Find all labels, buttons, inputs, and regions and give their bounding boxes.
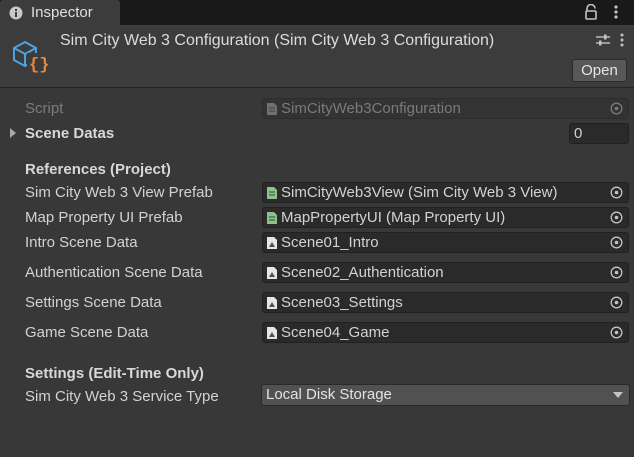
auth-scene-value: Scene02_Authentication: [281, 264, 444, 281]
settings-scene-label: Settings Scene Data: [25, 294, 162, 311]
view-prefab-field[interactable]: SimCityWeb3View (Sim City Web 3 View): [262, 182, 629, 203]
foldout-arrow-icon[interactable]: [10, 128, 16, 138]
map-property-prefab-field[interactable]: MapPropertyUI (Map Property UI): [262, 207, 629, 228]
page-title: Sim City Web 3 Configuration (Sim City W…: [60, 32, 495, 49]
scene-datas-count: 0: [574, 125, 583, 142]
info-icon: [9, 6, 23, 20]
scene-asset-icon: [267, 267, 277, 279]
game-scene-label: Game Scene Data: [25, 324, 149, 341]
tab-label: Inspector: [31, 4, 93, 21]
game-scene-field[interactable]: Scene04_Game: [262, 322, 629, 343]
open-button[interactable]: Open: [572, 59, 627, 82]
settings-scene-value: Scene03_Settings: [281, 294, 403, 311]
script-file-icon: [267, 103, 277, 115]
object-picker-icon[interactable]: [610, 236, 623, 249]
object-picker-icon[interactable]: [610, 296, 623, 309]
map-property-prefab-value: MapPropertyUI (Map Property UI): [281, 209, 506, 226]
kebab-menu-icon[interactable]: [618, 33, 626, 47]
scene-asset-icon: [267, 237, 277, 249]
script-label: Script: [25, 100, 64, 117]
view-prefab-label: Sim City Web 3 View Prefab: [25, 184, 213, 201]
object-picker-icon: [610, 102, 623, 115]
intro-scene-label: Intro Scene Data: [25, 234, 138, 251]
service-type-value: Local Disk Storage: [266, 386, 392, 403]
object-picker-icon[interactable]: [610, 266, 623, 279]
kebab-menu-icon[interactable]: [608, 4, 624, 20]
svg-text:{}: {}: [29, 56, 49, 73]
scriptable-object-icon: {}: [13, 40, 49, 73]
service-type-label: Sim City Web 3 Service Type: [25, 388, 219, 405]
scene-datas-count-field[interactable]: 0: [569, 123, 629, 144]
scene-asset-icon: [267, 297, 277, 309]
scene-datas-label[interactable]: Scene Datas: [25, 125, 114, 142]
script-file-icon: [267, 212, 277, 224]
intro-scene-field[interactable]: Scene01_Intro: [262, 232, 629, 253]
lock-icon[interactable]: [584, 4, 598, 20]
inspector-window: Inspector {} Sim City Web 3 Configuratio…: [0, 0, 634, 457]
preset-sliders-icon[interactable]: [596, 34, 610, 46]
intro-scene-value: Scene01_Intro: [281, 234, 379, 251]
object-picker-icon[interactable]: [610, 186, 623, 199]
tab-bar: Inspector: [0, 0, 634, 25]
auth-scene-label: Authentication Scene Data: [25, 264, 203, 281]
view-prefab-value: SimCityWeb3View (Sim City Web 3 View): [281, 184, 558, 201]
scene-asset-icon: [267, 327, 277, 339]
game-scene-value: Scene04_Game: [281, 324, 390, 341]
script-file-icon: [267, 187, 277, 199]
inspector-header: {} Sim City Web 3 Configuration (Sim Cit…: [0, 25, 634, 88]
map-property-prefab-label: Map Property UI Prefab: [25, 209, 183, 226]
script-value: SimCityWeb3Configuration: [281, 100, 461, 117]
service-type-dropdown[interactable]: Local Disk Storage: [261, 384, 630, 406]
references-heading: References (Project): [25, 161, 171, 178]
object-picker-icon[interactable]: [610, 326, 623, 339]
settings-scene-field[interactable]: Scene03_Settings: [262, 292, 629, 313]
settings-heading: Settings (Edit-Time Only): [25, 365, 204, 382]
tab-inspector[interactable]: Inspector: [0, 0, 120, 25]
script-field: SimCityWeb3Configuration: [262, 98, 629, 119]
auth-scene-field[interactable]: Scene02_Authentication: [262, 262, 629, 283]
inspector-body: Script SimCityWeb3Configuration Scene Da…: [0, 88, 634, 457]
chevron-down-icon: [613, 392, 623, 398]
object-picker-icon[interactable]: [610, 211, 623, 224]
